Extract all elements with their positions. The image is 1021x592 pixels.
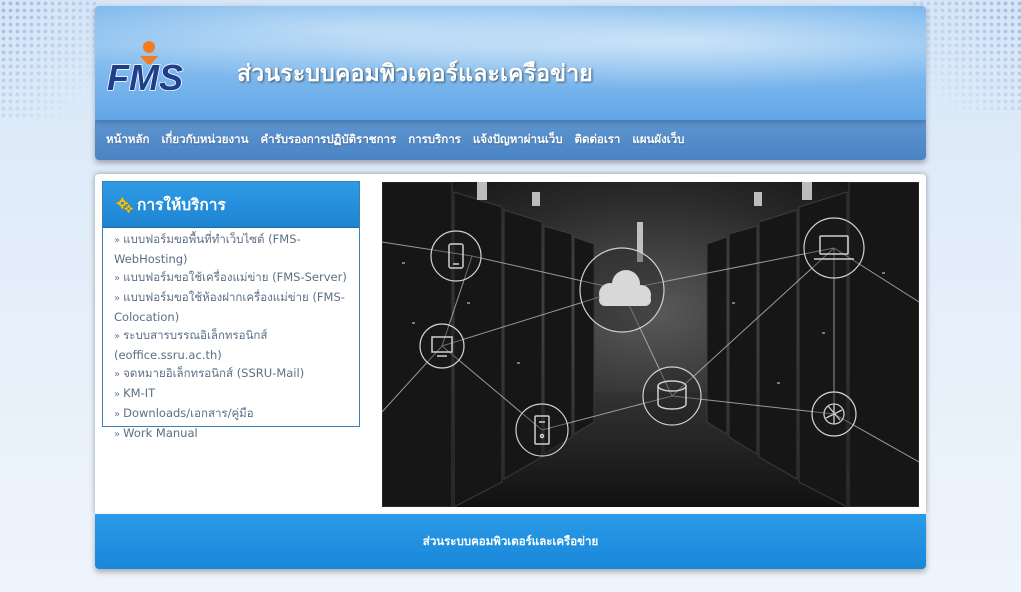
background-pattern-right xyxy=(911,0,1021,110)
footer-text: ส่วนระบบคอมพิวเตอร์และเครือข่าย xyxy=(422,533,599,548)
hero-image xyxy=(382,182,919,507)
bullet-icon: » xyxy=(114,235,121,246)
service-link-label: Downloads/เอกสาร/คู่มือ xyxy=(123,406,254,420)
nav-item-home[interactable]: หน้าหลัก xyxy=(106,131,150,149)
services-header: การให้บริการ xyxy=(103,182,359,228)
gear-icon xyxy=(116,197,133,213)
bullet-icon: » xyxy=(114,389,121,400)
services-title: การให้บริการ xyxy=(137,196,226,214)
nav-item-services[interactable]: การบริการ xyxy=(408,131,461,149)
page-header-wrapper: FMS ส่วนระบบคอมพิวเตอร์และเครือข่าย หน้า… xyxy=(95,6,926,160)
service-link-label: แบบฟอร์มขอพื้นที่ทำเว็บไซต์ (FMS-WebHost… xyxy=(114,232,301,266)
service-link-label: ระบบสารบรรณอิเล็กทรอนิกส์ (eoffice.ssru.… xyxy=(114,328,268,362)
service-link-colocation[interactable]: » แบบฟอร์มขอใช้ห้องฝากเครื่องแม่ข่าย (FMS… xyxy=(114,288,359,326)
service-link-label: แบบฟอร์มขอใช้ห้องฝากเครื่องแม่ข่าย (FMS-… xyxy=(114,290,345,324)
service-link-label: แบบฟอร์มขอใช้เครื่องแม่ข่าย (FMS-Server) xyxy=(123,270,347,284)
bullet-icon: » xyxy=(114,369,121,380)
service-link-km-it[interactable]: » KM-IT xyxy=(114,384,359,404)
bullet-icon: » xyxy=(114,293,121,304)
main-content: การให้บริการ » แบบฟอร์มขอพื้นที่ทำเว็บไซต… xyxy=(95,174,926,514)
nav-item-certification[interactable]: คำรับรองการปฏิบัติราชการ xyxy=(260,131,396,149)
service-link-eoffice[interactable]: » ระบบสารบรรณอิเล็กทรอนิกส์ (eoffice.ssru… xyxy=(114,326,359,364)
nav-item-sitemap[interactable]: แผนผังเว็บ xyxy=(632,131,684,149)
background-pattern-left xyxy=(0,0,100,120)
bullet-icon: » xyxy=(114,273,121,284)
logo-text: FMS xyxy=(107,57,183,96)
service-link-downloads[interactable]: » Downloads/เอกสาร/คู่มือ xyxy=(114,404,359,424)
page-footer: ส่วนระบบคอมพิวเตอร์และเครือข่าย xyxy=(95,514,926,569)
main-nav: หน้าหลัก เกี่ยวกับหน่วยงาน คำรับรองการปฏ… xyxy=(95,120,926,160)
service-link-work-manual[interactable]: » Work Manual xyxy=(114,424,359,444)
nav-item-about[interactable]: เกี่ยวกับหน่วยงาน xyxy=(162,131,249,149)
bullet-icon: » xyxy=(114,409,121,420)
bullet-icon: » xyxy=(114,429,121,440)
service-link-webhosting[interactable]: » แบบฟอร์มขอพื้นที่ทำเว็บไซต์ (FMS-WebHos… xyxy=(114,230,359,268)
nav-item-report-problem[interactable]: แจ้งปัญหาผ่านเว็บ xyxy=(473,131,563,149)
site-title: ส่วนระบบคอมพิวเตอร์และเครือข่าย xyxy=(237,61,593,87)
header-banner: FMS ส่วนระบบคอมพิวเตอร์และเครือข่าย xyxy=(95,6,926,120)
service-link-mail[interactable]: » จดหมายอิเล็กทรอนิกส์ (SSRU-Mail) xyxy=(114,364,359,384)
service-link-label: Work Manual xyxy=(123,426,198,440)
nav-item-contact[interactable]: ติดต่อเรา xyxy=(575,131,621,149)
service-link-label: จดหมายอิเล็กทรอนิกส์ (SSRU-Mail) xyxy=(123,366,305,380)
services-list: » แบบฟอร์มขอพื้นที่ทำเว็บไซต์ (FMS-WebHos… xyxy=(103,228,359,444)
fms-logo[interactable]: FMS xyxy=(107,40,199,96)
bullet-icon: » xyxy=(114,331,121,342)
service-link-server[interactable]: » แบบฟอร์มขอใช้เครื่องแม่ข่าย (FMS-Server… xyxy=(114,268,359,288)
service-link-label: KM-IT xyxy=(123,386,156,400)
services-panel: การให้บริการ » แบบฟอร์มขอพื้นที่ทำเว็บไซต… xyxy=(102,181,360,440)
